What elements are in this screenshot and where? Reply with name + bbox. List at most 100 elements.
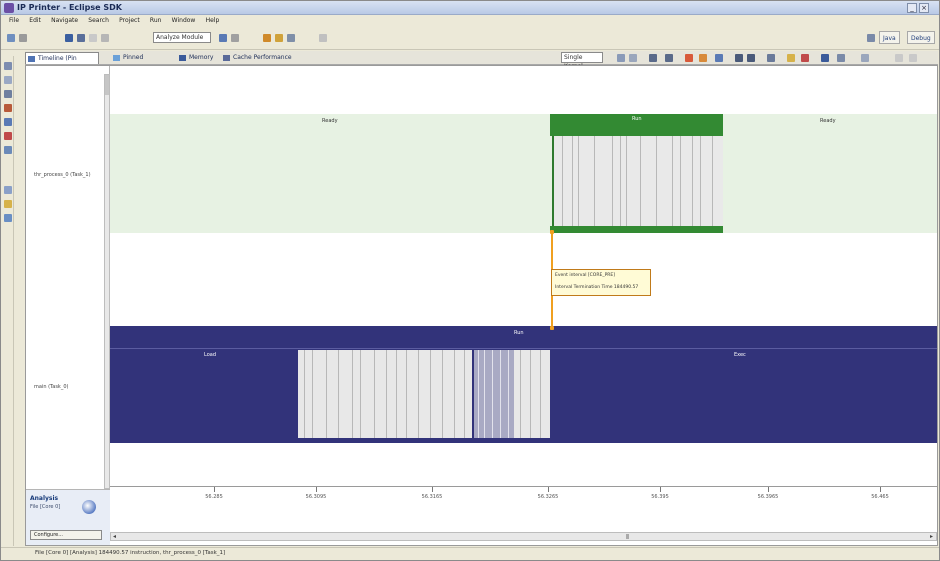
export-icon[interactable] xyxy=(821,54,829,62)
activity-line xyxy=(478,350,479,438)
thread1-running-segment[interactable]: Run xyxy=(550,114,723,136)
zoom-out-icon[interactable] xyxy=(665,54,673,62)
folder-icon[interactable] xyxy=(263,34,271,42)
thread2-separator xyxy=(110,348,937,349)
tab-cache-performance[interactable]: Cache Performance xyxy=(221,52,299,64)
activity-line xyxy=(454,350,455,438)
print-icon[interactable] xyxy=(65,34,73,42)
tab-memory[interactable]: Memory xyxy=(177,52,219,64)
scroll-right-icon[interactable]: ▸ xyxy=(928,533,935,540)
menu-help[interactable]: Help xyxy=(206,15,220,26)
activity-line xyxy=(442,350,443,438)
time-tick xyxy=(214,487,215,492)
outline-icon[interactable] xyxy=(4,76,12,84)
analysis-combo[interactable]: Analyze Module xyxy=(153,32,211,43)
minimize-view-icon[interactable] xyxy=(895,54,903,62)
menu-navigate[interactable]: Navigate xyxy=(51,15,78,26)
menu-project[interactable]: Project xyxy=(119,15,140,26)
status-text: File [Core 0] [Analysis] 184490.57 instr… xyxy=(35,550,226,556)
analysis-info-panel: Analysis File [Core 0] Configure... xyxy=(26,489,110,545)
thread1-ready-right-label: Ready xyxy=(820,118,836,124)
maximize-view-icon[interactable] xyxy=(909,54,917,62)
open-icon[interactable] xyxy=(275,34,283,42)
layout-icon[interactable] xyxy=(767,54,775,62)
activity-line xyxy=(692,136,693,228)
title-bar[interactable]: IP Printer - Eclipse SDK _ × xyxy=(1,1,939,15)
vertical-scroll-thumb[interactable] xyxy=(105,75,109,95)
sort-icon[interactable] xyxy=(629,54,637,62)
expressions-icon[interactable] xyxy=(4,214,12,222)
save-icon[interactable] xyxy=(19,34,27,42)
breakpoints-icon[interactable] xyxy=(4,186,12,194)
variables-icon[interactable] xyxy=(4,200,12,208)
align-left-icon[interactable] xyxy=(735,54,743,62)
editor-tab-bar: Timeline (Pin 13.1) Pinned Callgraph Mem… xyxy=(25,51,938,74)
view-menu-icon[interactable] xyxy=(861,54,869,62)
thread1-label: thr_process_0 (Task_1) xyxy=(34,172,91,178)
time-tick xyxy=(880,487,881,492)
timeline-track-area[interactable]: Ready Ready Run Run Load Exec Event inte… xyxy=(110,66,937,545)
menu-run[interactable]: Run xyxy=(150,15,162,26)
nav-icon[interactable] xyxy=(319,34,327,42)
marker-icon[interactable] xyxy=(685,54,693,62)
thread2-activity-block-right[interactable] xyxy=(514,350,550,438)
activity-line xyxy=(656,136,657,228)
minimize-button[interactable]: _ xyxy=(907,3,917,13)
annotate-icon[interactable] xyxy=(787,54,795,62)
align-right-icon[interactable] xyxy=(747,54,755,62)
view-mode-combo[interactable]: Single Kernel xyxy=(561,52,603,70)
thread1-running-activity[interactable] xyxy=(552,136,723,228)
tasks-icon[interactable] xyxy=(4,146,12,154)
highlight-icon[interactable] xyxy=(699,54,707,62)
menu-edit[interactable]: Edit xyxy=(29,15,41,26)
activity-line xyxy=(700,136,701,228)
time-axis[interactable]: 56.285 56.3095 56.3165 56.3265 56.395 56… xyxy=(110,486,937,530)
console-icon[interactable] xyxy=(4,118,12,126)
activity-line xyxy=(626,136,627,228)
configure-button[interactable]: Configure... xyxy=(30,530,102,540)
step-icon[interactable] xyxy=(101,34,109,42)
problems-icon[interactable] xyxy=(4,104,12,112)
sync-icon[interactable] xyxy=(715,54,723,62)
activity-line xyxy=(508,350,509,438)
horizontal-scroll-thumb[interactable] xyxy=(626,534,629,539)
tab-callgraph[interactable]: Pinned Callgraph xyxy=(111,52,175,73)
debug-icon[interactable] xyxy=(77,34,85,42)
open-perspective-icon[interactable] xyxy=(867,34,875,42)
zoom-in-icon[interactable] xyxy=(649,54,657,62)
activity-line xyxy=(672,136,673,228)
time-cursor-handle-bottom[interactable] xyxy=(550,326,554,330)
thread2-activity-block-dark[interactable] xyxy=(474,350,514,438)
time-tick-label: 56.3965 xyxy=(757,494,779,500)
left-trim-bar xyxy=(2,56,14,546)
scroll-left-icon[interactable]: ◂ xyxy=(111,533,118,540)
time-tick-label: 56.3265 xyxy=(537,494,559,500)
close-button[interactable]: × xyxy=(919,3,929,13)
menu-file[interactable]: File xyxy=(9,15,19,26)
tooltip-line-1: Event interval [CORE_PRE] xyxy=(555,273,616,278)
java-perspective-button[interactable]: Java xyxy=(879,31,900,44)
error-log-icon[interactable] xyxy=(4,132,12,140)
window-title: IP Printer - Eclipse SDK xyxy=(17,3,122,12)
menu-search[interactable]: Search xyxy=(88,15,109,26)
debug-perspective-button[interactable]: Debug xyxy=(907,31,935,44)
package-explorer-icon[interactable] xyxy=(4,62,12,70)
back-icon[interactable] xyxy=(231,34,239,42)
search-icon[interactable] xyxy=(287,34,295,42)
activity-line xyxy=(530,350,531,438)
cache-icon xyxy=(223,55,230,61)
time-cursor-handle-top[interactable] xyxy=(550,230,554,234)
analyze-icon[interactable] xyxy=(219,34,227,42)
new-icon[interactable] xyxy=(7,34,15,42)
settings-icon[interactable] xyxy=(837,54,845,62)
thread1-ready-band[interactable] xyxy=(110,114,937,233)
menu-window[interactable]: Window xyxy=(172,15,196,26)
horizontal-scrollbar[interactable]: ◂ ▸ xyxy=(110,532,937,541)
main-toolbar: Analyze Module Java Debug xyxy=(1,26,939,50)
tab-timeline[interactable]: Timeline (Pin 13.1) xyxy=(25,52,99,74)
run-icon[interactable] xyxy=(89,34,97,42)
thread2-activity-block[interactable] xyxy=(298,350,472,438)
delete-marker-icon[interactable] xyxy=(801,54,809,62)
hierarchy-icon[interactable] xyxy=(4,90,12,98)
filter-icon[interactable] xyxy=(617,54,625,62)
